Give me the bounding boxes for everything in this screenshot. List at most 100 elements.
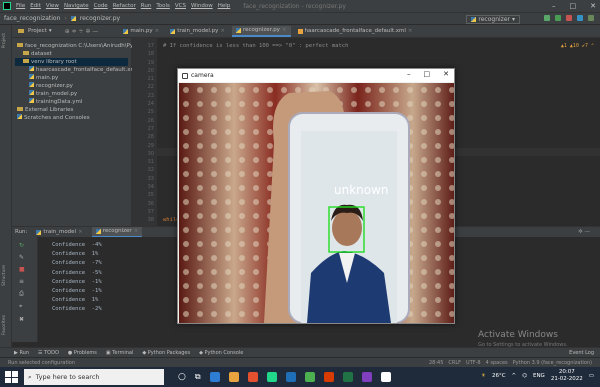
edge-icon[interactable]	[209, 372, 220, 382]
menu-tools[interactable]: Tools	[156, 3, 170, 9]
inspection-widget[interactable]: ▲1 ▲10 ✔7 ⌃	[561, 42, 594, 50]
firefox-icon[interactable]	[247, 372, 258, 382]
breadcrumb-file[interactable]: recognizer.py	[80, 15, 120, 22]
minimize-button[interactable]: –	[552, 2, 556, 10]
menu-run[interactable]: Run	[141, 3, 152, 9]
project-tree-item[interactable]: dataset	[15, 50, 128, 58]
bottom-tab-problems[interactable]: ● Problems	[68, 350, 97, 356]
camera-titlebar[interactable]: camera – □ ✕	[178, 69, 454, 82]
tab-train-model[interactable]: train_model.py ×	[166, 26, 229, 37]
panel-options-icons[interactable]: ⊕ ≑ ÷ ✲ —	[65, 28, 99, 35]
menu-view[interactable]: View	[46, 3, 59, 9]
bottom-tab-python-console[interactable]: ◆ Python Console	[199, 350, 243, 356]
soft-wrap-icon[interactable]: ≡	[19, 278, 37, 285]
tab-main[interactable]: main.py ×	[119, 26, 163, 37]
menu-refactor[interactable]: Refactor	[113, 3, 136, 9]
breadcrumb-project[interactable]: face_recognization	[4, 15, 60, 22]
status-interpreter[interactable]: Python 3.9 (face_recognization)	[513, 360, 592, 366]
project-tree-item[interactable]: External Libraries	[15, 106, 128, 114]
print-icon[interactable]: ⎙	[19, 290, 37, 298]
project-tool-tab[interactable]: Project	[2, 33, 10, 48]
event-log-button[interactable]: Event Log	[569, 350, 594, 356]
structure-tool-tab[interactable]: Structure	[2, 265, 10, 286]
bottom-tab-todo[interactable]: ☰ TODO	[38, 350, 59, 356]
cortana-icon[interactable]: ○	[178, 372, 186, 382]
project-tree-item[interactable]: main.py	[15, 74, 128, 82]
chrome-icon[interactable]	[304, 372, 315, 382]
taskbar-search-box[interactable]: ⌕ Type here to search	[24, 369, 164, 385]
run-tab-recognizer[interactable]: recognizer ×	[91, 226, 143, 238]
menu-code[interactable]: Code	[94, 3, 108, 9]
close-icon[interactable]: ×	[78, 229, 83, 235]
run-tool-buttons: ↻ ✎ ■ ≡ ⎙ ⌖ ✖	[12, 237, 38, 342]
bottom-tab-run[interactable]: ▶ Run	[14, 350, 29, 356]
run-icon[interactable]	[544, 15, 550, 21]
status-encoding[interactable]: UTF-8	[466, 360, 481, 366]
excel-icon[interactable]	[342, 372, 353, 382]
menu-edit[interactable]: Edit	[30, 3, 41, 9]
gear-icon[interactable]: ✲ —	[578, 229, 590, 235]
favorites-tool-tab[interactable]: Favorites	[2, 315, 10, 335]
bottom-tab-python-packages[interactable]: ◆ Python Packages	[142, 350, 190, 356]
bottom-tab-label: Terminal	[112, 349, 134, 356]
rerun-icon[interactable]: ↻	[19, 242, 37, 249]
windows-start-button[interactable]	[4, 370, 18, 384]
camera-close-button[interactable]: ✕	[443, 70, 449, 78]
settings-icon[interactable]	[588, 15, 594, 21]
taskbar-clock[interactable]: 20:07 21-02-2022	[551, 369, 583, 383]
menu-help[interactable]: Help	[218, 3, 231, 9]
wrench-icon[interactable]: ✎	[19, 254, 37, 261]
notifications-icon[interactable]: ▭	[589, 373, 594, 379]
project-tree-item[interactable]: train_model.py	[15, 90, 128, 98]
camera-app-icon[interactable]	[380, 372, 391, 382]
camera-minimize-button[interactable]: –	[407, 70, 411, 78]
status-indent[interactable]: 4 spaces	[486, 360, 508, 366]
maximize-button[interactable]: □	[570, 2, 577, 10]
close-icon[interactable]: ×	[220, 28, 225, 34]
search-everywhere-icon[interactable]	[577, 15, 583, 21]
onenote-icon[interactable]	[361, 372, 372, 382]
camera-window[interactable]: camera – □ ✕ unknown	[177, 68, 455, 324]
delete-icon[interactable]: ✖	[19, 316, 37, 323]
stop-icon[interactable]: ■	[19, 266, 37, 273]
status-line-separator[interactable]: CRLF	[448, 360, 461, 366]
tab-recognizer[interactable]: recognizer.py ×	[232, 25, 291, 37]
network-icon[interactable]: ⌬	[522, 373, 527, 379]
project-tree-item[interactable]: recognizer.py	[15, 82, 128, 90]
close-button[interactable]: ✕	[590, 2, 596, 10]
camera-maximize-button[interactable]: □	[424, 70, 431, 78]
close-icon[interactable]: ×	[155, 28, 160, 34]
debug-icon[interactable]	[555, 15, 561, 21]
menu-navigate[interactable]: Navigate	[64, 3, 89, 9]
task-view-icon[interactable]: ⧉	[195, 372, 201, 382]
pin-icon[interactable]: ⌖	[19, 303, 37, 311]
project-tree-item[interactable]: face_recognization C:\Users\Anirudh\Py	[15, 42, 133, 50]
project-tree-item[interactable]: haarcascade_frontalface_default.xml	[15, 66, 137, 74]
close-icon[interactable]: ×	[282, 27, 287, 33]
tab-haarcascade[interactable]: haarcascade_frontalface_default.xml ×	[294, 26, 417, 37]
run-config-select[interactable]: recognizer ▾	[466, 15, 520, 24]
language-indicator[interactable]: ENG	[533, 373, 545, 379]
status-position[interactable]: 28:45	[429, 360, 443, 366]
weather-temp[interactable]: 26°C	[492, 373, 506, 379]
bottom-tab-terminal[interactable]: ▣ Terminal	[106, 350, 133, 356]
folder-icon	[23, 51, 29, 55]
line-number: 35	[147, 192, 154, 199]
tray-chevron-icon[interactable]: ^	[512, 373, 517, 379]
pycharm-icon[interactable]	[266, 372, 277, 382]
word-icon[interactable]	[285, 372, 296, 382]
menu-file[interactable]: File	[16, 3, 25, 9]
project-tree-item[interactable]: venv library root	[15, 58, 128, 66]
file-explorer-icon[interactable]	[228, 372, 239, 382]
menu-window[interactable]: Window	[191, 3, 213, 9]
project-tree-item[interactable]: Scratches and Consoles	[15, 114, 128, 122]
run-tab-train-model[interactable]: train_model ×	[32, 227, 86, 238]
project-tree-item[interactable]: trainingData.yml	[15, 98, 128, 106]
project-panel-header[interactable]: Project ▾	[14, 26, 56, 37]
close-icon[interactable]: ×	[134, 228, 139, 234]
powerpoint-icon[interactable]	[323, 372, 334, 382]
stop-icon[interactable]	[566, 15, 572, 21]
line-number: 26	[147, 117, 154, 124]
menu-vcs[interactable]: VCS	[175, 3, 186, 9]
close-icon[interactable]: ×	[408, 28, 413, 34]
